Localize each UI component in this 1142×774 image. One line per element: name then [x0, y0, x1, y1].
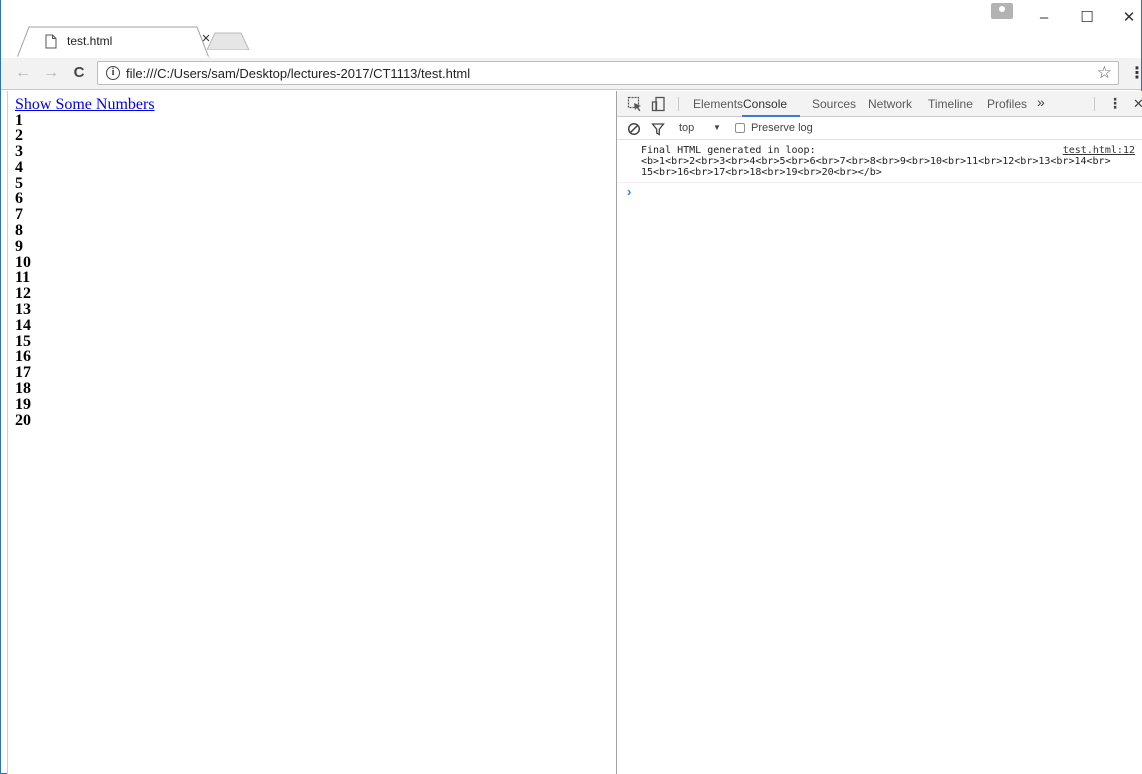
maximize-button[interactable]: ☐ — [1077, 8, 1097, 28]
browser-tab[interactable]: test.html × — [17, 26, 210, 58]
number-line: 9 — [15, 237, 23, 255]
number-line: 12 — [15, 285, 31, 303]
filter-icon[interactable] — [651, 122, 667, 138]
console-log-entry: test.html:12 Final HTML generated in loo… — [617, 141, 1142, 183]
page-content: Show Some Numbers 1 2 3 4 5 6 7 8 9 10 11 12 13 14 15 1… — [15, 97, 155, 428]
devtools-panel: Elements Console Sources Network Timelin… — [616, 91, 1142, 774]
back-button[interactable]: ← — [13, 63, 33, 83]
bookmark-star-icon[interactable]: ☆ — [1097, 63, 1112, 83]
numbers-list: 1 2 3 4 5 6 7 8 9 10 11 12 13 14 15 16 17 18 19 20 — [15, 111, 155, 429]
console-prompt[interactable]: › — [617, 183, 1142, 201]
number-line: 3 — [15, 143, 23, 161]
clear-console-icon[interactable] — [627, 122, 643, 138]
url-text[interactable]: file:///C:/Users/sam/Desktop/lectures-20… — [126, 66, 470, 81]
close-window-button[interactable]: ✕ — [1119, 8, 1139, 28]
browser-toolbar: ← → C i file:///C:/Users/sam/Desktop/lec… — [1, 58, 1142, 90]
number-line: 5 — [15, 174, 23, 192]
active-tab-indicator — [742, 115, 800, 117]
log-message: Final HTML generated in loop: <b>1<br>2<… — [641, 145, 1111, 178]
tab-timeline[interactable]: Timeline — [928, 97, 973, 111]
number-line: 15 — [15, 332, 31, 350]
number-line: 2 — [15, 127, 23, 145]
browser-menu-icon[interactable]: ⋮ — [1129, 63, 1142, 83]
devtools-tabbar: Elements Console Sources Network Timelin… — [617, 91, 1142, 117]
tab-sources[interactable]: Sources — [812, 97, 856, 111]
browser-window: test.html × – ☐ ✕ ← → C i file:///C:/Use… — [0, 0, 1142, 774]
number-line: 10 — [15, 253, 31, 271]
number-line: 18 — [15, 380, 31, 398]
address-bar[interactable]: i file:///C:/Users/sam/Desktop/lectures-… — [97, 61, 1119, 85]
console-output: test.html:12 Final HTML generated in loo… — [617, 141, 1142, 201]
chevron-down-icon[interactable]: ▼ — [713, 123, 721, 132]
devtools-close-icon[interactable]: ✕ — [1133, 96, 1142, 112]
number-line: 16 — [15, 348, 31, 366]
preserve-log-checkbox[interactable] — [735, 123, 745, 133]
profile-icon[interactable] — [991, 3, 1013, 19]
devtools-menu-icon[interactable]: ⋮ — [1108, 95, 1122, 112]
page-viewport: Show Some Numbers 1 2 3 4 5 6 7 8 9 10 11 12 13 14 15 1… — [7, 91, 616, 774]
tab-console[interactable]: Console — [743, 97, 787, 111]
new-tab-button[interactable] — [206, 32, 250, 51]
preserve-log-label: Preserve log — [751, 122, 813, 134]
number-line: 11 — [15, 269, 31, 287]
tab-network[interactable]: Network — [868, 97, 912, 111]
tab-title: test.html — [67, 34, 113, 48]
inspect-element-icon[interactable] — [627, 96, 643, 112]
tab-strip: test.html × – ☐ ✕ — [1, 0, 1141, 58]
number-line: 4 — [15, 158, 23, 176]
tab-elements[interactable]: Elements — [693, 97, 743, 111]
number-line: 6 — [15, 190, 23, 208]
log-source-link[interactable]: test.html:12 — [1063, 145, 1135, 156]
tab-profiles[interactable]: Profiles — [987, 97, 1027, 111]
minimize-button[interactable]: – — [1034, 8, 1054, 28]
document-icon — [45, 34, 59, 50]
number-line: 17 — [15, 364, 31, 382]
number-line: 20 — [15, 411, 31, 429]
number-line: 14 — [15, 316, 31, 334]
number-line: 8 — [15, 222, 23, 240]
console-filter-bar: top ▼ Preserve log — [617, 118, 1142, 140]
show-some-numbers-link[interactable]: Show Some Numbers — [15, 97, 155, 113]
reload-button[interactable]: C — [69, 63, 89, 83]
toolbar-divider — [1094, 97, 1095, 111]
info-icon[interactable]: i — [106, 66, 120, 80]
number-line: 7 — [15, 206, 23, 224]
number-line: 19 — [15, 395, 31, 413]
more-tabs-icon[interactable]: » — [1037, 94, 1045, 110]
forward-button[interactable]: → — [41, 63, 61, 83]
number-line: 13 — [15, 301, 31, 319]
number-line: 1 — [15, 111, 23, 129]
device-toolbar-icon[interactable] — [651, 96, 667, 112]
toolbar-divider — [678, 97, 679, 111]
context-selector[interactable]: top — [679, 122, 694, 134]
prompt-caret-icon: › — [627, 184, 632, 199]
